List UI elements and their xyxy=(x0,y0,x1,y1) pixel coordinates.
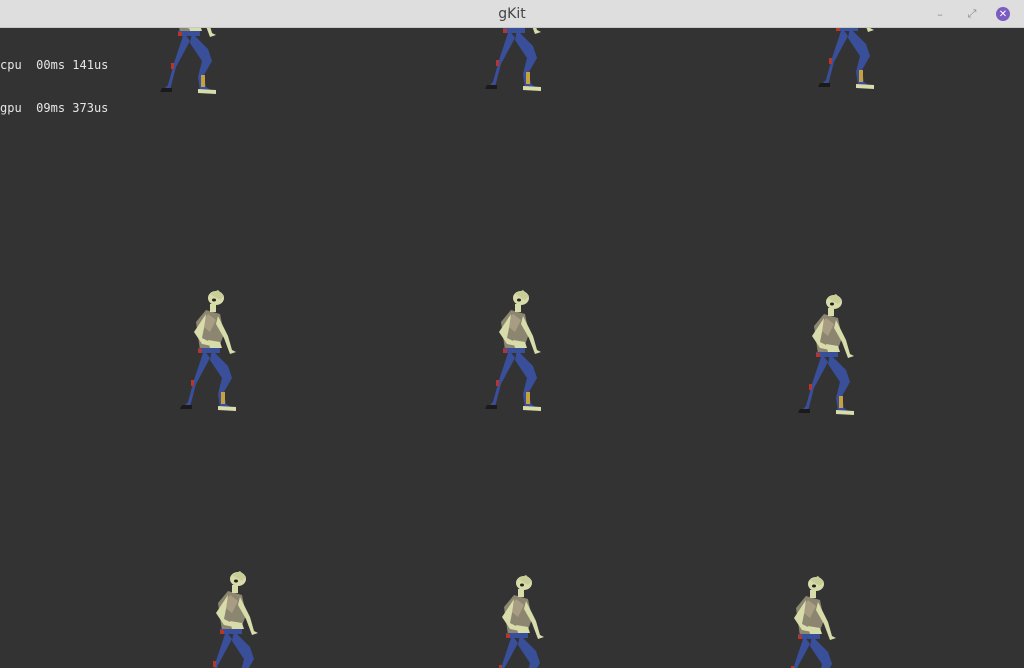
maximize-icon: ⤢ xyxy=(967,7,977,20)
cpu-label: cpu xyxy=(0,58,22,72)
title-bar: gKit – ⤢ ✕ xyxy=(0,0,1024,28)
zombie-figure xyxy=(798,294,854,415)
zombie-figure xyxy=(180,290,236,411)
timing-stats: cpu 00ms 141us gpu 09ms 373us xyxy=(0,30,108,130)
maximize-button[interactable]: ⤢ xyxy=(965,7,979,21)
zombie-figure xyxy=(499,575,544,668)
zombie-figure xyxy=(213,571,258,668)
close-icon: ✕ xyxy=(998,8,1008,20)
gpu-value: 09ms 373us xyxy=(36,101,109,115)
zombie-figure xyxy=(160,28,216,94)
gpu-label: gpu xyxy=(0,101,22,115)
zombie-figure xyxy=(485,290,541,411)
cpu-value: 00ms 141us xyxy=(36,58,109,72)
minimize-icon: – xyxy=(937,7,943,21)
zombie-figure xyxy=(791,576,836,668)
close-button[interactable]: ✕ xyxy=(996,7,1010,21)
gpu-stat-row: gpu 09ms 373us xyxy=(0,101,108,116)
cpu-stat-row: cpu 00ms 141us xyxy=(0,58,108,73)
window-title: gKit xyxy=(498,6,526,22)
zombie-figure xyxy=(485,28,541,91)
zombie-figure xyxy=(818,28,874,89)
animated-characters-scene xyxy=(160,28,874,668)
minimize-button[interactable]: – xyxy=(933,7,947,21)
